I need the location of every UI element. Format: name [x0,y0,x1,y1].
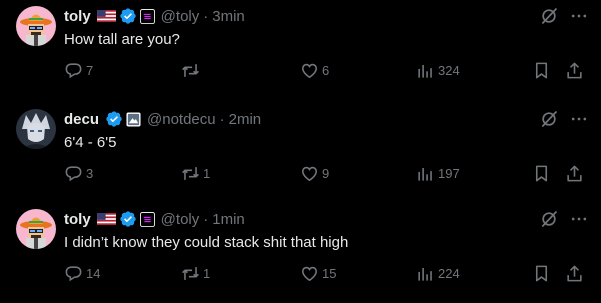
handle[interactable]: @toly [161,211,200,228]
badges [105,110,141,128]
us-flag-icon [97,10,116,22]
like-button[interactable]: 9 [300,164,329,183]
more-icon[interactable] [569,6,589,26]
share-button[interactable] [565,61,584,80]
tweet-header: toly @toly · 1min [64,209,245,229]
views-count: 224 [438,266,460,281]
verified-badge-icon[interactable] [105,110,123,128]
us-flag-icon [97,213,116,225]
share-icon [565,61,584,80]
tweet-text: How tall are you? [64,31,180,48]
share-button[interactable] [565,164,584,183]
more-icon[interactable] [569,109,589,129]
share-button[interactable] [565,264,584,283]
verified-badge-icon[interactable] [119,7,137,25]
anime-character-avatar-icon [16,109,56,149]
like-button[interactable]: 6 [300,61,329,80]
views-icon [416,164,435,183]
retweet-button[interactable]: 1 [181,164,210,183]
like-count: 6 [322,63,330,78]
reply-button[interactable]: 3 [64,164,93,183]
grok-icon[interactable] [539,109,559,129]
bookmark-icon [532,264,551,283]
timestamp[interactable]: 3min [212,8,245,25]
heart-icon [300,164,319,183]
avatar[interactable] [16,209,56,249]
verified-badge-icon[interactable] [119,210,137,228]
share-icon [565,264,584,283]
solana-badge-icon[interactable] [140,212,155,227]
tweet-header: toly @toly · 3min [64,6,245,26]
views-count: 324 [438,63,460,78]
like-count: 9 [322,166,330,181]
reply-count: 7 [86,63,94,78]
grok-icon[interactable] [539,209,559,229]
views-button[interactable]: 324 [416,61,460,80]
reply-icon [64,61,83,80]
bookmark-icon [532,164,551,183]
avatar[interactable] [16,109,56,149]
like-count: 15 [322,266,337,281]
handle[interactable]: @toly [161,8,200,25]
bookmark-button[interactable] [532,61,551,80]
views-count: 197 [438,166,460,181]
reply-icon [64,164,83,183]
separator: · [203,7,209,25]
bookmark-button[interactable] [532,264,551,283]
heart-icon [300,61,319,80]
retweet-icon [181,61,200,80]
reply-icon [64,264,83,283]
handle[interactable]: @notdecu [147,111,216,128]
views-button[interactable]: 197 [416,164,460,183]
reply-count: 3 [86,166,94,181]
tweet-text: 6'4 - 6'5 [64,134,117,151]
share-icon [565,164,584,183]
views-icon [416,61,435,80]
views-button[interactable]: 224 [416,264,460,283]
display-name[interactable]: decu [64,111,99,128]
timestamp[interactable]: 1min [212,211,245,228]
retweet-icon [181,164,200,183]
pixel-sombrero-avatar-icon [16,6,56,46]
action-bar: 3 1 9 197 [64,164,594,184]
retweet-button[interactable]: 1 [181,264,210,283]
display-name[interactable]: toly [64,211,91,228]
badges [97,210,155,228]
bookmark-icon [532,61,551,80]
tweet-text: I didn’t know they could stack shit that… [64,234,349,251]
tweet[interactable]: toly @toly · 3min How tall are you? 7 6 … [0,0,601,101]
tweet-top-actions [539,6,589,26]
retweet-count: 1 [203,166,211,181]
reply-button[interactable]: 7 [64,61,93,80]
views-icon [416,264,435,283]
like-button[interactable]: 15 [300,264,336,283]
tweet[interactable]: decu @notdecu · 2min 6'4 - 6'5 3 1 9 197 [0,103,601,204]
retweet-icon [181,264,200,283]
reply-button[interactable]: 14 [64,264,100,283]
timestamp[interactable]: 2min [229,111,262,128]
bookmark-button[interactable] [532,164,551,183]
retweet-count: 1 [203,266,211,281]
pixel-sombrero-avatar-icon [16,209,56,249]
grok-icon[interactable] [539,6,559,26]
tweet-top-actions [539,209,589,229]
action-bar: 7 6 324 [64,61,594,81]
display-name[interactable]: toly [64,8,91,25]
mountain-badge-icon[interactable] [126,112,141,127]
separator: · [203,210,209,228]
avatar[interactable] [16,6,56,46]
tweet[interactable]: toly @toly · 1min I didn’t know they cou… [0,203,601,303]
tweet-top-actions [539,109,589,129]
badges [97,7,155,25]
separator: · [219,110,225,128]
heart-icon [300,264,319,283]
retweet-button[interactable] [181,61,203,80]
reply-count: 14 [86,266,101,281]
action-bar: 14 1 15 224 [64,264,594,284]
tweet-header: decu @notdecu · 2min [64,109,261,129]
solana-badge-icon[interactable] [140,9,155,24]
more-icon[interactable] [569,209,589,229]
